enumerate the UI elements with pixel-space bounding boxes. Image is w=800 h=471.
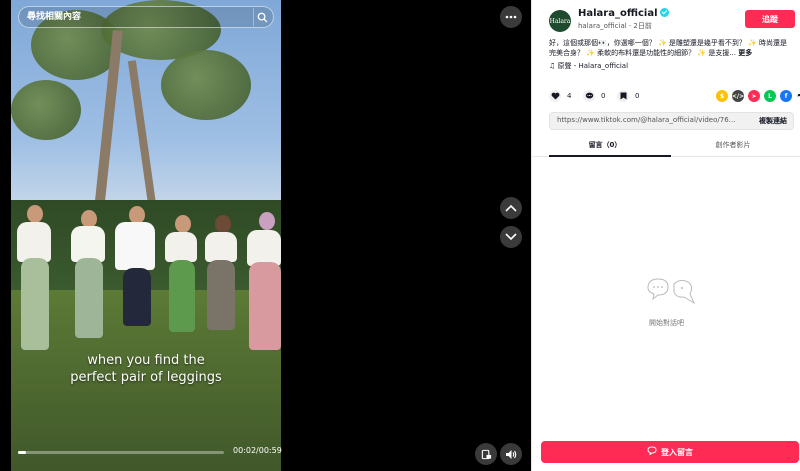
copy-link-button[interactable]: 複製連結 xyxy=(759,116,787,126)
person-head xyxy=(215,215,231,233)
person-top xyxy=(71,226,105,262)
video-link-box: https://www.tiktok.com/@halara_official/… xyxy=(549,112,794,130)
search-placeholder: 尋找相關內容 xyxy=(27,12,82,22)
comment-icon xyxy=(583,90,595,102)
music-link[interactable]: ♫ 原聲 - Halara_official xyxy=(549,61,628,71)
volume-icon[interactable] xyxy=(500,443,522,465)
person-leggings xyxy=(207,260,235,330)
save-count: 0 xyxy=(635,92,640,100)
person-head xyxy=(175,215,191,233)
panel-tabs: 留言（0） 創作者影片 xyxy=(532,138,800,157)
video-time: 00:02/00:59 xyxy=(233,446,282,455)
search-input[interactable]: 尋找相關內容 xyxy=(18,6,274,28)
tree-trunk xyxy=(127,60,159,220)
person-top xyxy=(205,232,237,262)
tree-foliage xyxy=(11,80,81,140)
active-tab-indicator xyxy=(549,155,671,157)
person-leggings xyxy=(249,262,281,350)
search-icon[interactable] xyxy=(253,8,271,26)
person-top xyxy=(165,232,197,262)
person-shirt xyxy=(115,222,155,270)
avatar[interactable]: Halara xyxy=(549,10,571,32)
avatar-text: Halara xyxy=(549,17,571,25)
follow-button[interactable]: 追蹤 xyxy=(745,10,795,28)
facebook-icon[interactable]: f xyxy=(780,90,792,102)
video-player[interactable]: when you find the perfect pair of leggin… xyxy=(11,0,281,471)
video-progress-bar[interactable] xyxy=(18,451,224,454)
empty-comments-text: 開始對話吧 xyxy=(649,319,684,327)
share-arrow-icon[interactable]: ➦ xyxy=(795,90,800,102)
caption-line: perfect pair of leggings xyxy=(70,370,222,385)
video-caption: when you find the perfect pair of leggin… xyxy=(51,352,241,386)
coin-share-icon[interactable]: $ xyxy=(716,90,728,102)
line-icon[interactable]: L xyxy=(764,90,776,102)
save-button[interactable]: 0 xyxy=(617,90,639,102)
person-leggings xyxy=(75,258,103,338)
chevron-up-icon[interactable] xyxy=(500,197,522,219)
account-subtitle: halara_official · 2日前 xyxy=(578,22,652,30)
video-link-url[interactable]: https://www.tiktok.com/@halara_official/… xyxy=(557,116,737,124)
heart-icon xyxy=(549,90,561,102)
embed-icon[interactable]: </> xyxy=(732,90,744,102)
pip-icon[interactable] xyxy=(475,443,497,465)
comment-button-label: 登入留言 xyxy=(661,447,693,457)
caption-line: when you find the xyxy=(87,353,205,368)
login-to-comment-button[interactable]: 登入留言 xyxy=(541,441,799,463)
person-head xyxy=(27,205,43,223)
send-icon[interactable]: ➤ xyxy=(748,90,760,102)
action-bar: 4 0 0 $ </> ➤ L f ➦ xyxy=(549,90,800,104)
person-head xyxy=(259,212,275,230)
tab-comments[interactable]: 留言（0） xyxy=(538,140,672,150)
more-icon[interactable] xyxy=(500,6,522,28)
chat-bubble-icon xyxy=(647,446,657,458)
person-leggings xyxy=(21,258,49,350)
video-description: 好，這個或那個👀，你選哪一個？ ✨ 是雕塑還是幾乎看不到？ ✨ 時尚還是完美合身… xyxy=(549,38,794,58)
person-top xyxy=(247,230,281,266)
more-link[interactable]: 更多 xyxy=(738,49,752,57)
empty-chat-illustration xyxy=(644,276,698,306)
verified-icon xyxy=(659,8,669,17)
tree-foliage xyxy=(161,50,251,120)
video-stage: when you find the perfect pair of leggin… xyxy=(0,0,531,471)
details-panel: Halara Halara_official halara_official ·… xyxy=(531,0,800,471)
person-leggings xyxy=(169,260,195,332)
progress-fill xyxy=(18,451,27,454)
comment-count-button[interactable]: 0 xyxy=(583,90,605,102)
comment-count: 0 xyxy=(601,92,606,100)
account-name-text: Halara_official xyxy=(578,8,658,19)
like-count: 4 xyxy=(567,92,572,100)
tab-creator-videos[interactable]: 創作者影片 xyxy=(666,140,800,150)
chevron-down-icon[interactable] xyxy=(500,226,522,248)
account-name[interactable]: Halara_official xyxy=(578,8,669,19)
person-top xyxy=(17,222,51,262)
person-pants xyxy=(123,268,151,326)
bookmark-icon xyxy=(617,90,629,102)
tiktok-video-view: when you find the perfect pair of leggin… xyxy=(0,0,800,471)
like-button[interactable]: 4 xyxy=(549,90,571,102)
